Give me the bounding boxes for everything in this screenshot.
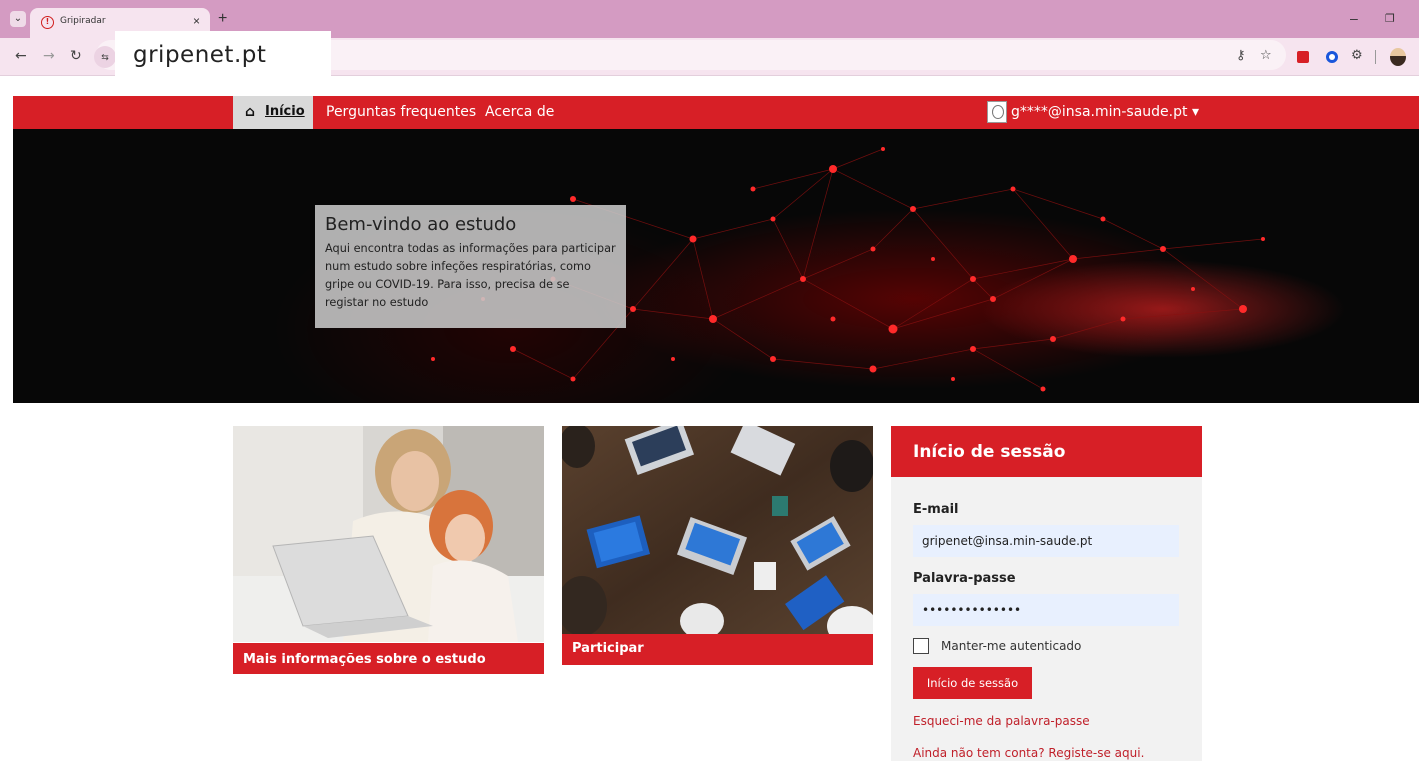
network-background: [431, 147, 1265, 392]
user-avatar-icon: [987, 101, 1007, 123]
nav-home-label: Início: [265, 104, 305, 119]
toolbar-divider: [1375, 50, 1376, 64]
register-link[interactable]: Ainda não tem conta? Registe-se aqui.: [913, 746, 1144, 760]
email-label: E-mail: [913, 502, 959, 517]
password-label: Palavra-passe: [913, 571, 1016, 586]
nav-about-link[interactable]: Acerca de: [485, 104, 554, 120]
tab-favicon-icon: !: [41, 16, 54, 29]
extensions-puzzle-icon[interactable]: ⚙: [1351, 48, 1363, 63]
new-tab-icon[interactable]: +: [218, 11, 227, 27]
restore-window-icon[interactable]: ❐: [1385, 12, 1395, 25]
login-title: Início de sessão: [891, 426, 1202, 477]
bookmark-star-icon[interactable]: ☆: [1260, 48, 1272, 63]
site-navbar: ⌂ Início Perguntas frequentes Acerca de …: [13, 96, 1419, 129]
home-icon: ⌂: [245, 104, 256, 120]
url-text: gripenet.pt: [133, 42, 267, 68]
url-overlay[interactable]: gripenet.pt: [115, 31, 331, 76]
nav-faq-link[interactable]: Perguntas frequentes: [326, 104, 476, 120]
extension-blue-icon[interactable]: [1326, 51, 1338, 63]
remember-me-checkbox[interactable]: [913, 638, 929, 654]
mother-daughter-laptop-image: [233, 426, 544, 642]
tab-title: Gripiradar: [60, 16, 106, 26]
site-info-icon[interactable]: ⇆: [94, 46, 116, 68]
forward-icon[interactable]: →: [43, 48, 55, 64]
extension-red-icon[interactable]: [1297, 51, 1309, 63]
nav-home-link[interactable]: ⌂ Início: [233, 96, 313, 129]
login-button[interactable]: Início de sessão: [913, 667, 1032, 699]
hero-welcome-box: Bem-vindo ao estudo Aqui encontra todas …: [315, 205, 626, 328]
password-key-icon[interactable]: ⚷: [1236, 48, 1246, 63]
team-meeting-image: [562, 426, 873, 634]
participate-card-caption: Participar: [562, 634, 873, 665]
hero-banner: Bem-vindo ao estudo Aqui encontra todas …: [13, 129, 1419, 403]
reload-icon[interactable]: ↻: [70, 48, 82, 64]
password-field[interactable]: [913, 594, 1179, 626]
user-email: g****@insa.min-saude.pt ▾: [1011, 104, 1199, 120]
remember-me-label: Manter-me autenticado: [941, 639, 1082, 653]
participate-card[interactable]: Participar: [562, 426, 873, 665]
login-panel: Início de sessão E-mail Palavra-passe Ma…: [891, 426, 1202, 761]
hero-title: Bem-vindo ao estudo: [325, 214, 517, 235]
info-card[interactable]: Mais informações sobre o estudo: [233, 426, 544, 674]
back-icon[interactable]: ←: [15, 48, 27, 64]
hero-text: Aqui encontra todas as informações para …: [325, 242, 616, 309]
info-card-caption: Mais informações sobre o estudo: [233, 643, 544, 674]
minimize-icon[interactable]: –: [1350, 10, 1358, 26]
profile-avatar-icon[interactable]: [1390, 48, 1406, 66]
forgot-password-link[interactable]: Esqueci-me da palavra-passe: [913, 714, 1090, 728]
email-field[interactable]: [913, 525, 1179, 557]
tab-close-icon[interactable]: ×: [193, 14, 200, 28]
tab-list-chevron-icon[interactable]: ⌄: [10, 11, 26, 27]
